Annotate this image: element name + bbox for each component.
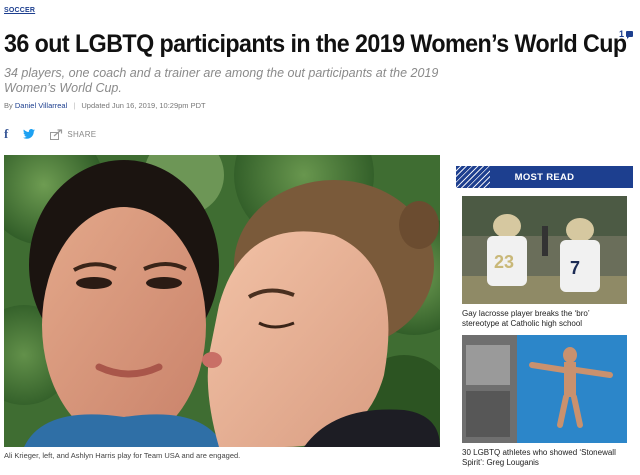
byline: By Daniel Villarreal | Updated Jun 16, 2… (4, 101, 206, 110)
byline-prefix: By (4, 101, 13, 110)
comment-bubble-icon (626, 31, 634, 39)
header-stripes (456, 166, 490, 188)
share-label: SHARE (67, 129, 97, 139)
section-link[interactable]: SOCCER (4, 7, 35, 14)
most-read-item[interactable]: 30 LGBTQ athletes who showed ‘Stonewall … (462, 335, 627, 468)
svg-text:7: 7 (570, 258, 580, 278)
article-hero-photo (4, 155, 440, 447)
photo-caption: Ali Krieger, left, and Ashlyn Harris pla… (4, 451, 241, 460)
article-dek: 34 players, one coach and a trainer are … (4, 66, 439, 95)
facebook-icon[interactable]: f (4, 126, 8, 142)
hero-image (4, 155, 440, 447)
author-link[interactable]: Daniel Villarreal (15, 101, 67, 110)
byline-divider: | (73, 101, 76, 110)
updated-timestamp: Updated Jun 16, 2019, 10:29pm PDT (81, 101, 206, 110)
share-bar: f SHARE (4, 126, 96, 142)
most-read-item-title[interactable]: Gay lacrosse player breaks the ‘bro’ ste… (462, 309, 627, 329)
most-read-title: MOST READ (514, 171, 575, 183)
diver-thumbnail[interactable] (462, 335, 627, 443)
article-headline: 36 out LGBTQ participants in the 2019 Wo… (4, 30, 627, 58)
most-read-header: MOST READ (456, 166, 633, 188)
lacrosse-thumbnail[interactable]: 23 7 (462, 196, 627, 304)
twitter-icon[interactable] (22, 129, 36, 139)
share-icon (50, 128, 63, 140)
most-read-item[interactable]: 23 7 Gay lacrosse player breaks the ‘bro… (462, 196, 627, 329)
svg-text:23: 23 (494, 252, 514, 272)
most-read-sidebar: MOST READ 23 7 Gay lacrosse player break… (456, 166, 633, 468)
share-button[interactable]: SHARE (50, 128, 97, 140)
most-read-item-title[interactable]: 30 LGBTQ athletes who showed ‘Stonewall … (462, 448, 627, 468)
